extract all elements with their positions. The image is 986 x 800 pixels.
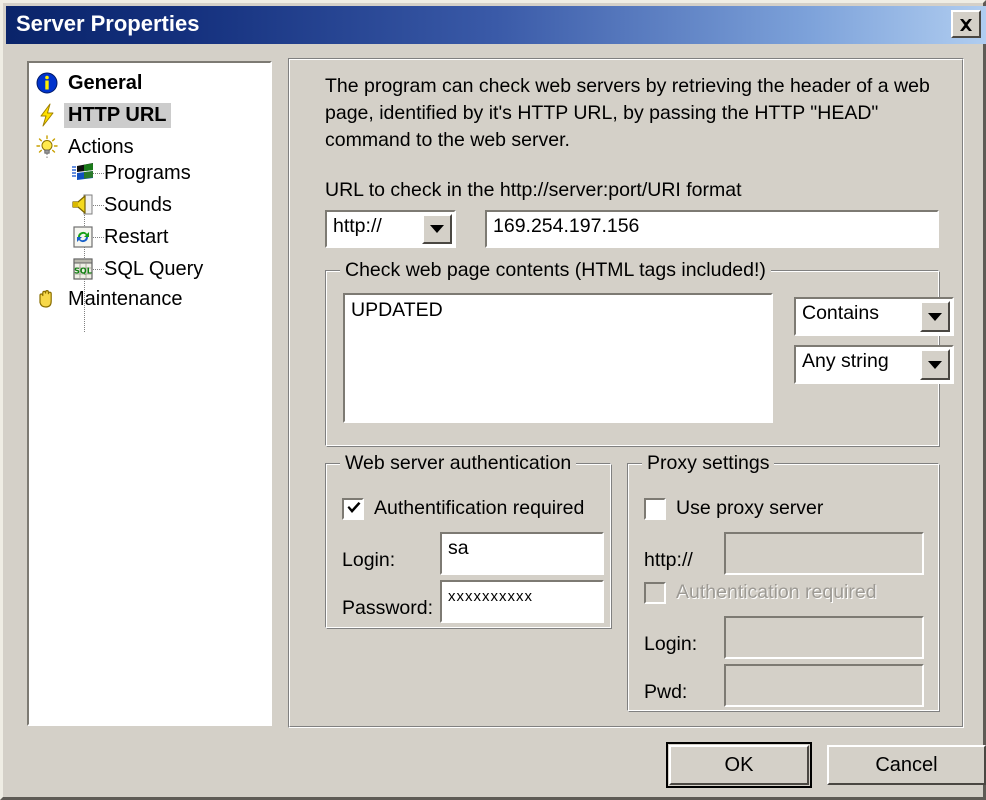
match-mode-value: Contains xyxy=(802,302,879,324)
tree-item-label: Maintenance xyxy=(68,287,183,310)
settings-tree[interactable]: General HTTP URL Actions Programs Sounds… xyxy=(27,61,272,726)
tree-item-label: SQL Query xyxy=(104,257,204,280)
chevron-down-icon[interactable] xyxy=(920,301,950,332)
proxy-auth-required-checkbox[interactable] xyxy=(644,582,666,604)
web-auth-login-label: Login: xyxy=(342,549,396,571)
web-auth-password-input[interactable]: xxxxxxxxxx xyxy=(440,580,604,623)
web-auth-login-input[interactable]: sa xyxy=(440,532,604,575)
url-label: URL to check in the http://server:port/U… xyxy=(325,179,742,201)
tree-item-label: Programs xyxy=(104,161,191,184)
page-description: The program can check web servers by ret… xyxy=(325,75,930,151)
match-scope-value: Any string xyxy=(802,350,889,372)
restart-icon xyxy=(71,225,95,249)
content-panel: The program can check web servers by ret… xyxy=(288,58,964,728)
tree-item-general[interactable]: General xyxy=(35,69,146,97)
lightning-icon xyxy=(35,103,59,127)
protocol-combo-value: http:// xyxy=(333,215,382,237)
proxy-http-label: http:// xyxy=(644,549,693,571)
tree-item-sql-query[interactable]: SQL SQL Query xyxy=(71,255,207,283)
use-proxy-label: Use proxy server xyxy=(676,497,824,519)
tree-item-label: Restart xyxy=(104,225,169,248)
ok-button[interactable]: OK xyxy=(669,745,809,785)
tree-item-restart[interactable]: Restart xyxy=(71,223,172,251)
proxy-http-input[interactable] xyxy=(724,532,924,575)
proxy-pwd-label: Pwd: xyxy=(644,681,688,703)
cancel-button[interactable]: Cancel xyxy=(827,745,986,785)
web-auth-groupbox: Web server authentication Authentificati… xyxy=(325,452,612,629)
window-title: Server Properties xyxy=(16,11,200,36)
url-input[interactable]: 169.254.197.156 xyxy=(485,210,939,248)
match-scope-combo[interactable]: Any string xyxy=(794,345,954,384)
tree-item-programs[interactable]: Programs xyxy=(71,159,195,187)
proxy-groupbox: Proxy settings Use proxy server http:// … xyxy=(627,452,940,712)
proxy-auth-required-label: Authentication required xyxy=(676,581,877,603)
match-mode-combo[interactable]: Contains xyxy=(794,297,954,336)
close-icon[interactable] xyxy=(951,10,981,38)
title-bar[interactable]: Server Properties xyxy=(6,6,986,44)
server-properties-dialog: Server Properties General HTTP URL Actio… xyxy=(0,0,986,800)
sql-icon: SQL xyxy=(71,257,95,281)
contents-groupbox-title: Check web page contents (HTML tags inclu… xyxy=(340,259,771,282)
web-auth-login-value: sa xyxy=(448,537,469,559)
use-proxy-checkbox[interactable] xyxy=(644,498,666,520)
speaker-icon xyxy=(71,193,95,217)
contents-textarea[interactable]: UPDATED xyxy=(343,293,773,423)
svg-text:SQL: SQL xyxy=(74,267,92,276)
hand-icon xyxy=(35,287,59,311)
proxy-pwd-input[interactable] xyxy=(724,664,924,707)
web-auth-required-label: Authentification required xyxy=(374,497,585,519)
tree-item-label: HTTP URL xyxy=(64,102,171,128)
lightbulb-icon xyxy=(35,135,59,159)
web-auth-groupbox-title: Web server authentication xyxy=(340,452,577,475)
web-auth-password-label: Password: xyxy=(342,597,434,619)
contents-textarea-value: UPDATED xyxy=(351,299,443,321)
tree-item-maintenance[interactable]: Maintenance xyxy=(35,285,187,313)
proxy-login-label: Login: xyxy=(644,633,698,655)
proxy-groupbox-title: Proxy settings xyxy=(642,452,775,475)
info-icon xyxy=(35,71,59,95)
tree-item-label: General xyxy=(68,71,143,94)
windows-flag-icon xyxy=(71,161,95,185)
tree-item-actions[interactable]: Actions xyxy=(35,133,138,161)
tree-item-label: Sounds xyxy=(104,193,172,216)
web-auth-password-value: xxxxxxxxxx xyxy=(448,588,533,605)
chevron-down-icon[interactable] xyxy=(920,349,950,380)
tree-item-sounds[interactable]: Sounds xyxy=(71,191,176,219)
web-auth-required-checkbox[interactable] xyxy=(342,498,364,520)
proxy-login-input[interactable] xyxy=(724,616,924,659)
url-input-value: 169.254.197.156 xyxy=(493,215,640,237)
contents-groupbox: Check web page contents (HTML tags inclu… xyxy=(325,259,954,447)
tree-item-label: Actions xyxy=(68,135,134,158)
tree-item-http-url[interactable]: HTTP URL xyxy=(35,101,171,129)
checkmark-icon xyxy=(347,502,361,513)
protocol-combo[interactable]: http:// xyxy=(325,210,456,248)
chevron-down-icon[interactable] xyxy=(422,214,452,244)
